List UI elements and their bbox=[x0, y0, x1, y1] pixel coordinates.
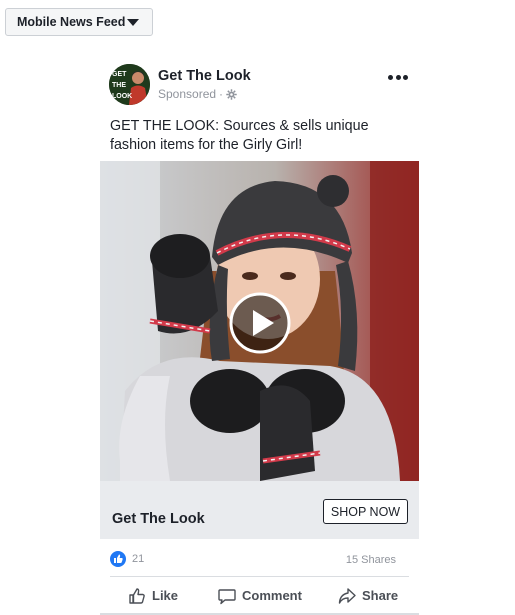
reactions-row: 21 15 Shares bbox=[100, 549, 419, 569]
avatar-text-2: THE bbox=[112, 82, 126, 89]
like-button[interactable]: Like bbox=[128, 582, 178, 609]
comment-button[interactable]: Comment bbox=[218, 582, 302, 609]
comment-label: Comment bbox=[242, 588, 302, 603]
post-text: GET THE LOOK: Sources & sells unique fas… bbox=[110, 118, 369, 153]
caret-down-icon bbox=[127, 19, 139, 26]
placement-label: Mobile News Feed bbox=[17, 15, 126, 29]
play-icon[interactable] bbox=[229, 292, 291, 354]
sponsored-label: Sponsored bbox=[158, 87, 217, 101]
placement-dropdown[interactable]: Mobile News Feed bbox=[5, 8, 153, 36]
avatar-image: GET THE LOOK bbox=[109, 64, 150, 105]
like-label: Like bbox=[152, 588, 179, 603]
shop-now-button[interactable]: SHOP NOW bbox=[323, 499, 408, 524]
actions-row: Like Comment Share bbox=[100, 582, 419, 609]
thumbs-up-icon bbox=[129, 587, 145, 604]
separator-dot: · bbox=[219, 87, 224, 101]
cta-bar: Get The Look SHOP NOW bbox=[100, 481, 419, 539]
sponsored-row: Sponsored · bbox=[158, 87, 237, 101]
divider bbox=[110, 576, 409, 577]
ad-preview-post: GET THE LOOK Get The Look Sponsored · GE… bbox=[100, 58, 419, 615]
avatar-text-1: GET bbox=[112, 71, 127, 78]
shares-count[interactable]: 15 Shares bbox=[346, 554, 396, 566]
avatar-text-3: LOOK bbox=[112, 93, 132, 100]
gear-icon bbox=[226, 88, 237, 100]
page-name-link[interactable]: Get The Look bbox=[158, 68, 251, 84]
share-label: Share bbox=[362, 588, 399, 603]
page-avatar[interactable]: GET THE LOOK bbox=[109, 64, 150, 105]
like-reaction-icon[interactable] bbox=[110, 551, 126, 567]
more-options-icon[interactable] bbox=[388, 72, 408, 82]
comment-icon bbox=[218, 588, 236, 604]
video-thumbnail[interactable] bbox=[100, 161, 419, 481]
share-icon bbox=[338, 587, 356, 604]
share-button[interactable]: Share bbox=[338, 582, 398, 609]
cta-title: Get The Look bbox=[112, 511, 205, 527]
reaction-count[interactable]: 21 bbox=[132, 553, 144, 565]
